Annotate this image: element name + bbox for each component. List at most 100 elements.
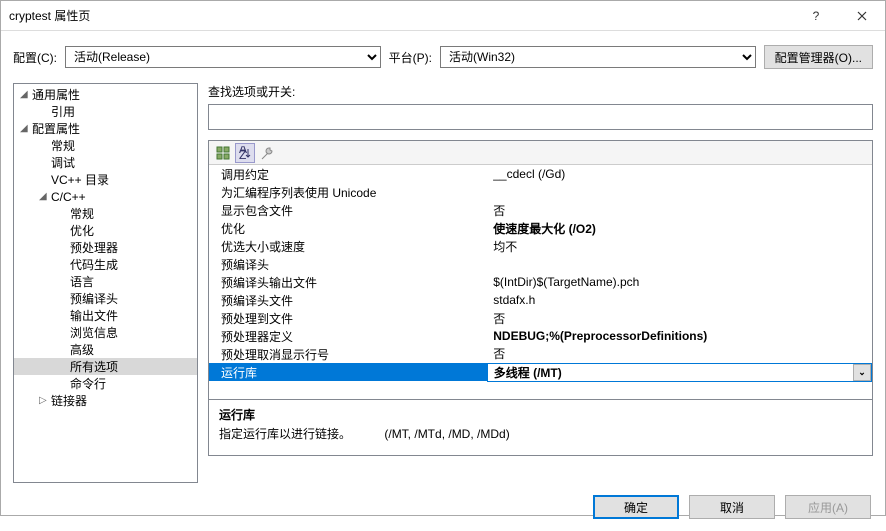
tree-label: 浏览信息 [70, 324, 118, 341]
tree-node[interactable]: 预编译头 [14, 290, 197, 307]
property-row[interactable]: 运行库多线程 (/MT)⌄ [209, 363, 872, 381]
wrench-icon[interactable] [257, 143, 277, 163]
platform-select[interactable]: 活动(Win32) [440, 46, 756, 68]
description-box: 运行库 指定运行库以进行链接。 (/MT, /MTd, /MD, /MDd) [208, 400, 873, 456]
property-row[interactable]: 预编译头 [209, 255, 872, 273]
tree-node[interactable]: ◢通用属性 [14, 86, 197, 103]
property-row[interactable]: 优选大小或速度均不 [209, 237, 872, 255]
property-value[interactable]: NDEBUG;%(PreprocessorDefinitions) [487, 327, 871, 345]
property-value[interactable]: 否 [487, 201, 871, 219]
tree-label: 优化 [70, 222, 94, 239]
property-value[interactable]: 多线程 (/MT)⌄ [487, 363, 871, 381]
tree-node[interactable]: 输出文件 [14, 307, 197, 324]
close-button[interactable] [839, 1, 885, 31]
cancel-button[interactable]: 取消 [689, 495, 775, 519]
tree-node[interactable]: VC++ 目录 [14, 171, 197, 188]
property-value[interactable] [487, 183, 871, 201]
alphabetical-icon[interactable]: AZ [235, 143, 255, 163]
collapse-icon[interactable]: ◢ [39, 191, 51, 202]
config-row: 配置(C): 活动(Release) 平台(P): 活动(Win32) 配置管理… [1, 31, 885, 83]
tree-label: 调试 [51, 154, 75, 171]
tree-label: 预编译头 [70, 290, 118, 307]
property-row[interactable]: 预编译头文件stdafx.h [209, 291, 872, 309]
config-select[interactable]: 活动(Release) [65, 46, 381, 68]
tree-label: 所有选项 [70, 358, 118, 375]
search-input[interactable] [208, 104, 873, 130]
property-value[interactable] [487, 255, 871, 273]
dropdown-icon[interactable]: ⌄ [853, 364, 871, 381]
property-row[interactable]: 预处理取消显示行号否 [209, 345, 872, 363]
property-value[interactable]: 否 [487, 345, 871, 363]
property-key: 调用约定 [209, 165, 487, 183]
config-label: 配置(C): [13, 49, 57, 66]
property-grid[interactable]: 调用约定__cdecl (/Gd)为汇编程序列表使用 Unicode显示包含文件… [209, 165, 872, 399]
property-row[interactable]: 预处理到文件否 [209, 309, 872, 327]
search-label: 查找选项或开关: [208, 83, 873, 100]
property-row[interactable]: 预编译头输出文件$(IntDir)$(TargetName).pch [209, 273, 872, 291]
platform-label: 平台(P): [389, 49, 432, 66]
tree-label: 配置属性 [32, 120, 80, 137]
property-key: 显示包含文件 [209, 201, 487, 219]
property-value[interactable]: $(IntDir)$(TargetName).pch [487, 273, 871, 291]
tree-node[interactable]: 语言 [14, 273, 197, 290]
tree-label: 命令行 [70, 375, 106, 392]
tree-label: 引用 [51, 103, 75, 120]
tree-node[interactable]: 浏览信息 [14, 324, 197, 341]
description-text: 指定运行库以进行链接。 (/MT, /MTd, /MD, /MDd) [219, 425, 862, 442]
tree-label: 常规 [51, 137, 75, 154]
tree-label: 代码生成 [70, 256, 118, 273]
tree-node[interactable]: 引用 [14, 103, 197, 120]
property-key: 为汇编程序列表使用 Unicode [209, 183, 487, 201]
tree-label: 通用属性 [32, 86, 80, 103]
tree-label: 链接器 [51, 392, 87, 409]
tree-node[interactable]: 优化 [14, 222, 197, 239]
property-row[interactable]: 优化使速度最大化 (/O2) [209, 219, 872, 237]
property-key: 预处理器定义 [209, 327, 487, 345]
property-tree[interactable]: ◢通用属性引用◢配置属性常规调试VC++ 目录◢C/C++常规优化预处理器代码生… [13, 83, 198, 483]
apply-button[interactable]: 应用(A) [785, 495, 871, 519]
property-key: 优选大小或速度 [209, 237, 487, 255]
tree-node[interactable]: 预处理器 [14, 239, 197, 256]
tree-node[interactable]: ◢C/C++ [14, 188, 197, 205]
property-value[interactable]: 使速度最大化 (/O2) [487, 219, 871, 237]
tree-node[interactable]: 命令行 [14, 375, 197, 392]
property-row[interactable]: 预处理器定义NDEBUG;%(PreprocessorDefinitions) [209, 327, 872, 345]
collapse-icon[interactable]: ◢ [20, 123, 32, 134]
property-value[interactable]: 均不 [487, 237, 871, 255]
tree-node[interactable]: 所有选项 [14, 358, 197, 375]
tree-node[interactable]: 代码生成 [14, 256, 197, 273]
tree-label: 常规 [70, 205, 94, 222]
property-key: 预编译头 [209, 255, 487, 273]
tree-label: 高级 [70, 341, 94, 358]
property-key: 预处理取消显示行号 [209, 345, 487, 363]
tree-node[interactable]: 常规 [14, 137, 197, 154]
help-button[interactable]: ? [793, 1, 839, 31]
ok-button[interactable]: 确定 [593, 495, 679, 519]
tree-label: VC++ 目录 [51, 171, 109, 188]
svg-text:Z: Z [239, 148, 246, 160]
property-value[interactable]: __cdecl (/Gd) [487, 165, 871, 183]
tree-node[interactable]: 调试 [14, 154, 197, 171]
property-value[interactable]: stdafx.h [487, 291, 871, 309]
tree-label: 预处理器 [70, 239, 118, 256]
tree-node[interactable]: 高级 [14, 341, 197, 358]
config-manager-button[interactable]: 配置管理器(O)... [764, 45, 873, 69]
collapse-icon[interactable]: ◢ [20, 89, 32, 100]
property-row[interactable]: 调用约定__cdecl (/Gd) [209, 165, 872, 183]
tree-label: 输出文件 [70, 307, 118, 324]
property-value[interactable]: 否 [487, 309, 871, 327]
expand-icon[interactable]: ▷ [39, 395, 51, 406]
property-key: 优化 [209, 219, 487, 237]
dialog-buttons: 确定 取消 应用(A) [1, 483, 885, 531]
tree-node[interactable]: 常规 [14, 205, 197, 222]
property-key: 运行库 [209, 363, 487, 381]
tree-node[interactable]: ◢配置属性 [14, 120, 197, 137]
categorized-icon[interactable] [213, 143, 233, 163]
property-key: 预编译头文件 [209, 291, 487, 309]
tree-node[interactable]: ▷链接器 [14, 392, 197, 409]
property-row[interactable]: 为汇编程序列表使用 Unicode [209, 183, 872, 201]
property-row[interactable]: 显示包含文件否 [209, 201, 872, 219]
description-title: 运行库 [219, 406, 862, 423]
tree-label: 语言 [70, 273, 94, 290]
tree-label: C/C++ [51, 190, 86, 204]
